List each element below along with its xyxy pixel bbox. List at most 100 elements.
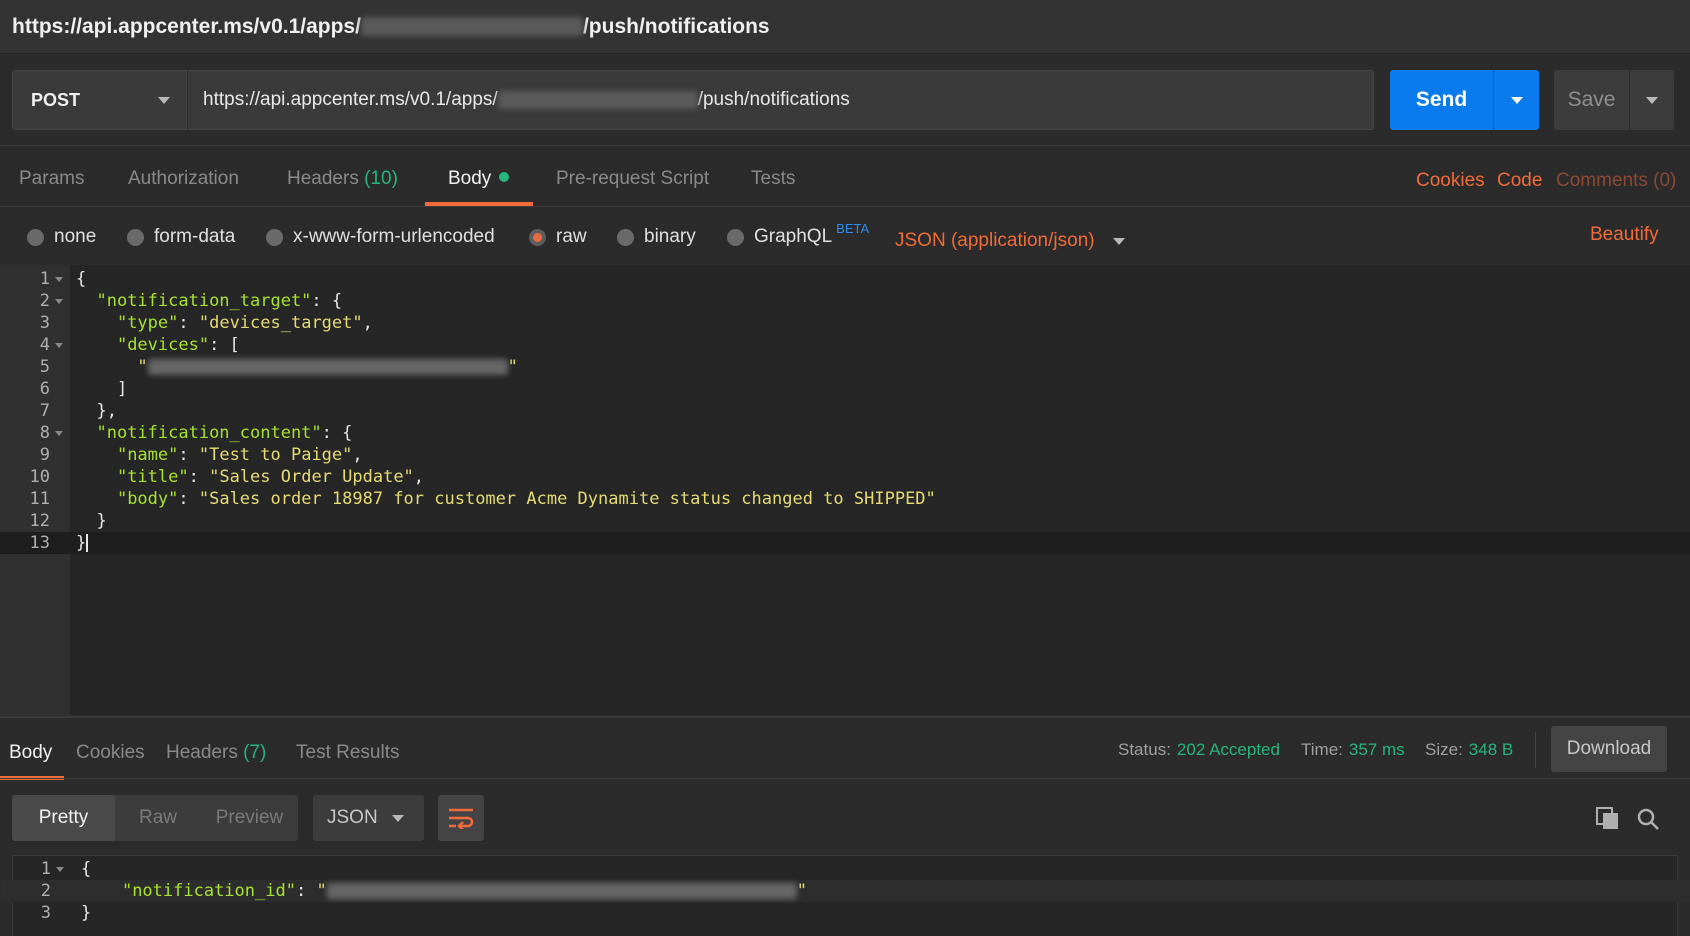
response-status: Status: 202 Accepted: [1118, 740, 1280, 760]
json-key: "notification_target": [96, 291, 312, 311]
save-options-button[interactable]: [1629, 70, 1674, 130]
tab-headers[interactable]: Headers (10): [287, 168, 398, 190]
send-options-button[interactable]: [1493, 70, 1539, 130]
fold-icon[interactable]: [55, 431, 63, 436]
json-key: "devices": [116, 335, 210, 355]
code-text: "title": "Sales Order Update",: [116, 467, 425, 487]
response-tab-headers[interactable]: Headers (7): [166, 742, 266, 764]
tab-body[interactable]: Body: [448, 168, 510, 190]
size-value: 348 B: [1468, 740, 1514, 759]
caret-down-icon: [1112, 237, 1125, 245]
response-tab-body[interactable]: Body: [9, 742, 52, 764]
redacted-app-name: [497, 91, 698, 109]
view-mode-raw[interactable]: Raw: [115, 795, 201, 841]
code-line: 4 "devices": [: [0, 334, 1690, 356]
code-line: 2 "notification_id": " ": [1, 880, 1690, 902]
body-mode-none[interactable]: none: [27, 226, 96, 248]
tab-label: Authorization: [128, 168, 239, 189]
radio-label: form-data: [154, 226, 236, 247]
method-select[interactable]: POST: [12, 70, 187, 130]
request-body-editor[interactable]: 1{ 2 "notification_target": { 3 "type": …: [0, 265, 1690, 715]
json-string: "Sales order 18987 for customer Acme Dyn…: [198, 489, 936, 509]
code-line: 1{: [1, 858, 1690, 880]
caret-down-icon: [392, 814, 404, 822]
cookies-link[interactable]: Cookies: [1416, 170, 1485, 192]
code-link[interactable]: Code: [1497, 170, 1542, 192]
code-text: "body": "Sales order 18987 for customer …: [116, 489, 936, 509]
code-text: }: [76, 511, 107, 531]
radio-selected-icon: [529, 228, 546, 246]
radio-label: raw: [556, 226, 587, 247]
line-number: 9: [39, 445, 50, 465]
status-value: 202 Accepted: [1176, 740, 1280, 759]
radio-label: x-www-form-urlencoded: [293, 226, 495, 247]
search-icon[interactable]: [1636, 807, 1660, 831]
response-format-select[interactable]: JSON: [313, 795, 424, 841]
tab-pre-request-script[interactable]: Pre-request Script: [556, 168, 709, 190]
wrap-lines-button[interactable]: [438, 795, 484, 841]
line-number: 3: [40, 903, 51, 923]
request-title: https://api.appcenter.ms/v0.1/apps/ /push…: [0, 0, 1690, 54]
code-text: "type": "devices_target",: [116, 313, 373, 333]
modified-dot-icon: [499, 171, 510, 182]
send-button[interactable]: Send: [1390, 70, 1493, 130]
tab-label: Tests: [751, 168, 796, 189]
code-line: 11 "body": "Sales order 18987 for custom…: [0, 488, 1690, 510]
code-line: 12 }: [0, 510, 1690, 532]
view-mode-toggle: Pretty Raw Preview: [12, 795, 298, 841]
body-mode-raw[interactable]: raw: [529, 226, 587, 248]
body-mode-form-data[interactable]: form-data: [127, 226, 235, 248]
code-line: 9 "name": "Test to Paige",: [0, 444, 1690, 466]
redacted-app-name: [360, 17, 583, 36]
code-text: "notification_id": " ": [121, 881, 807, 901]
response-body-viewer[interactable]: 1{ 2 "notification_id": " " 3}: [1, 855, 1690, 936]
text-cursor: [86, 534, 89, 552]
code-line: 5 " ": [0, 356, 1690, 378]
download-button[interactable]: Download: [1551, 726, 1667, 772]
save-button-group: Save: [1554, 70, 1674, 130]
line-number: 4: [39, 335, 50, 355]
copy-icon[interactable]: [1596, 807, 1620, 831]
json-key: "notification_content": [96, 423, 322, 443]
body-mode-binary[interactable]: binary: [617, 226, 696, 248]
code-line: 3 "type": "devices_target",: [0, 312, 1690, 334]
view-mode-preview[interactable]: Preview: [201, 795, 298, 841]
code-line: 13}: [0, 532, 1690, 554]
code-text: {: [76, 269, 87, 289]
redacted-device-id: [147, 359, 508, 375]
body-mode-graphql[interactable]: GraphQL BETA: [727, 221, 869, 248]
beautify-link[interactable]: Beautify: [1590, 224, 1659, 246]
code-text: "notification_content": {: [96, 423, 353, 443]
fold-icon[interactable]: [55, 299, 63, 304]
url-prefix: https://api.appcenter.ms/v0.1/apps/: [203, 89, 498, 110]
code-line: 7 },: [0, 400, 1690, 422]
radio-label: binary: [644, 226, 696, 247]
tab-params[interactable]: Params: [19, 168, 84, 190]
view-mode-pretty[interactable]: Pretty: [12, 795, 115, 841]
fold-icon[interactable]: [55, 277, 63, 282]
tab-label: Headers: [287, 168, 359, 189]
tab-label: Body: [9, 742, 53, 763]
tab-label: Cookies: [76, 742, 145, 763]
response-tab-cookies[interactable]: Cookies: [76, 742, 145, 764]
content-type-select[interactable]: JSON (application/json): [895, 230, 1125, 252]
url-input[interactable]: https://api.appcenter.ms/v0.1/apps/ /push…: [187, 70, 1374, 130]
json-key: "title": [116, 467, 189, 487]
radio-icon: [727, 228, 744, 246]
tab-authorization[interactable]: Authorization: [128, 168, 239, 190]
divider: [0, 778, 1690, 779]
body-mode-urlencoded[interactable]: x-www-form-urlencoded: [266, 226, 495, 248]
fold-icon[interactable]: [56, 867, 64, 872]
tab-label: Headers: [166, 742, 238, 763]
tab-tests[interactable]: Tests: [751, 168, 795, 190]
status-label: Status:: [1118, 740, 1171, 759]
response-tab-test-results[interactable]: Test Results: [296, 742, 399, 764]
tab-label: Body: [448, 168, 492, 189]
save-button[interactable]: Save: [1554, 70, 1629, 130]
line-number: 12: [29, 511, 50, 531]
code-text: }: [81, 903, 92, 923]
line-number: 3: [39, 313, 50, 333]
response-toolbar: Pretty Raw Preview JSON: [0, 780, 1690, 850]
fold-icon[interactable]: [55, 343, 63, 348]
comments-link[interactable]: Comments (0): [1556, 170, 1676, 192]
